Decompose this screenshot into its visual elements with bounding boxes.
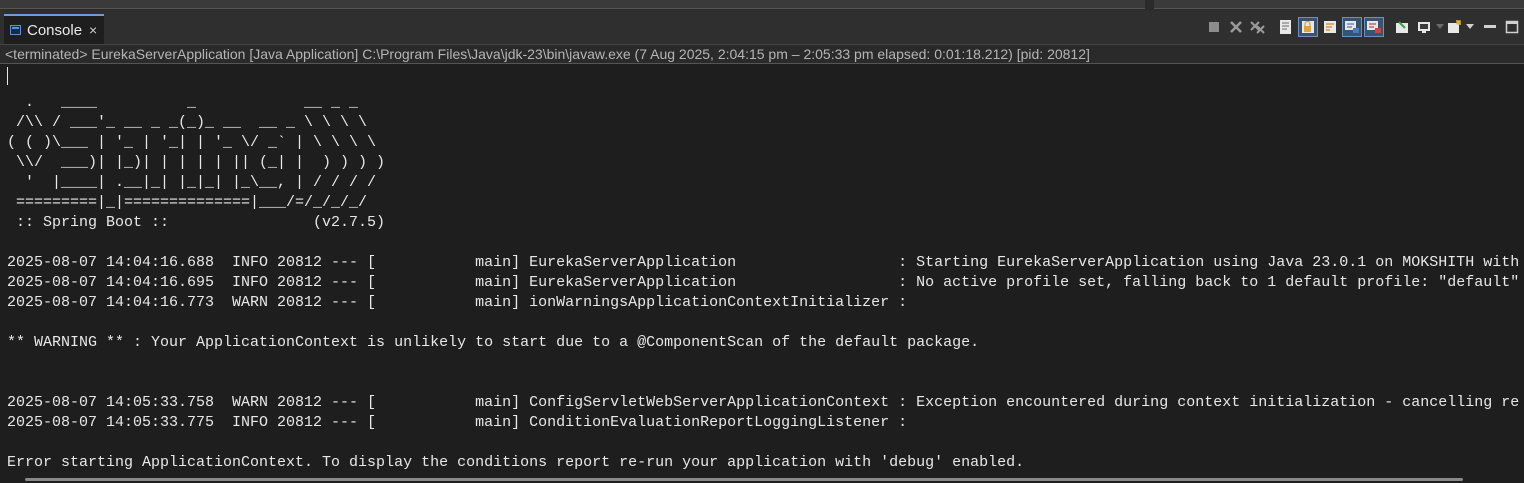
tab-console[interactable]: Console ×: [4, 14, 104, 44]
terminate-icon[interactable]: [1204, 17, 1224, 37]
display-selected-console-icon[interactable]: [1414, 17, 1434, 37]
tab-console-label: Console: [27, 21, 83, 39]
close-icon[interactable]: ×: [89, 22, 97, 38]
show-console-on-stdout-icon[interactable]: [1342, 17, 1362, 37]
console-output-text[interactable]: . ____ _ __ _ _ /\\ / ___'_ __ _ _(_)_ _…: [7, 73, 1519, 471]
show-console-on-stderr-icon[interactable]: [1364, 17, 1384, 37]
horizontal-scrollbar[interactable]: [0, 471, 1524, 483]
open-console-icon[interactable]: [1444, 17, 1464, 37]
scrollbar-thumb[interactable]: [25, 478, 1463, 481]
console-view-header: Console ×: [0, 10, 1524, 45]
console-icon: [10, 25, 21, 35]
editor-scrollbar-left[interactable]: [0, 0, 1145, 9]
remove-launch-icon[interactable]: [1226, 17, 1246, 37]
console-toolbar: [1204, 14, 1524, 40]
chevron-down-icon[interactable]: [1436, 17, 1444, 37]
minimize-icon[interactable]: [1480, 17, 1500, 37]
editor-scrollbar-right[interactable]: [1154, 0, 1524, 9]
remove-all-terminated-icon[interactable]: [1248, 17, 1268, 37]
process-status-line: <terminated> EurekaServerApplication [Ja…: [0, 45, 1524, 64]
clear-console-icon[interactable]: [1276, 17, 1296, 37]
pin-console-icon[interactable]: [1392, 17, 1412, 37]
console-output-area[interactable]: . ____ _ __ _ _ /\\ / ___'_ __ _ _(_)_ _…: [0, 64, 1524, 471]
editor-area-edge: [0, 0, 1524, 10]
chevron-down-icon[interactable]: [1466, 17, 1474, 37]
word-wrap-icon[interactable]: [1320, 17, 1340, 37]
maximize-icon[interactable]: [1502, 17, 1522, 37]
scroll-lock-icon[interactable]: [1298, 17, 1318, 37]
